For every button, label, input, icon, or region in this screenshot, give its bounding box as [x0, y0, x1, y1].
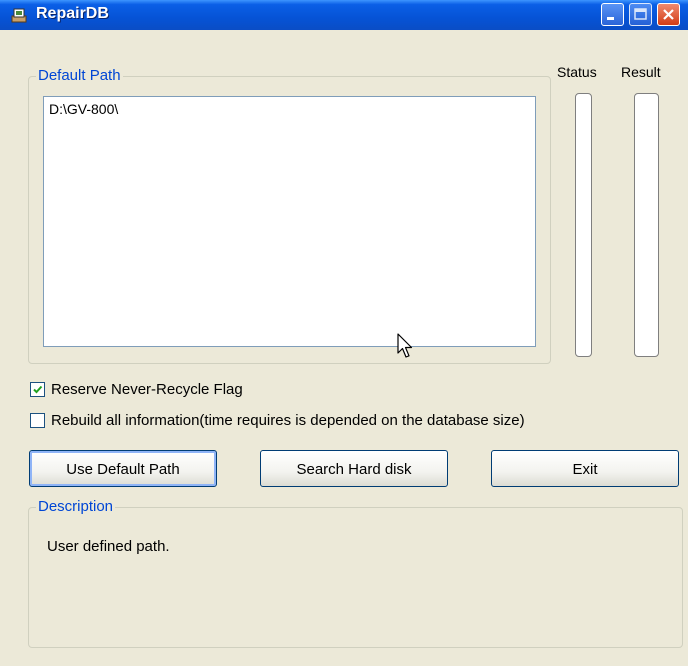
result-header: Result — [621, 64, 661, 80]
description-group — [28, 507, 683, 648]
repairdb-window: RepairDB Default Path D:\GV-800\ Status … — [0, 0, 688, 666]
maximize-button[interactable] — [629, 3, 652, 26]
exit-button[interactable]: Exit — [491, 450, 679, 487]
rebuild-all-checkbox[interactable] — [30, 413, 45, 428]
status-header: Status — [557, 64, 597, 80]
minimize-icon — [607, 17, 614, 20]
use-default-path-button[interactable]: Use Default Path — [29, 450, 217, 487]
rebuild-all-option[interactable]: Rebuild all information(time requires is… — [30, 412, 525, 429]
path-list-item[interactable]: D:\GV-800\ — [49, 101, 530, 117]
reserve-flag-checkbox[interactable] — [30, 382, 45, 397]
rebuild-all-label: Rebuild all information(time requires is… — [51, 412, 525, 429]
window-title: RepairDB — [36, 5, 109, 22]
close-icon — [663, 9, 674, 20]
reserve-flag-option[interactable]: Reserve Never-Recycle Flag — [30, 381, 243, 398]
mouse-cursor-icon — [397, 333, 413, 358]
search-hard-disk-button[interactable]: Search Hard disk — [260, 450, 448, 487]
description-text: User defined path. — [47, 538, 170, 555]
minimize-button[interactable] — [601, 3, 624, 26]
title-bar[interactable]: RepairDB — [0, 0, 688, 30]
checkmark-icon — [33, 385, 43, 394]
path-list[interactable]: D:\GV-800\ — [43, 96, 536, 347]
close-button[interactable] — [657, 3, 680, 26]
maximize-icon — [634, 8, 647, 20]
app-icon[interactable] — [10, 6, 28, 24]
default-path-label: Default Path — [36, 67, 123, 84]
reserve-flag-label: Reserve Never-Recycle Flag — [51, 381, 243, 398]
result-progress-bar — [634, 93, 659, 357]
status-progress-bar — [575, 93, 592, 357]
description-label: Description — [36, 498, 116, 515]
